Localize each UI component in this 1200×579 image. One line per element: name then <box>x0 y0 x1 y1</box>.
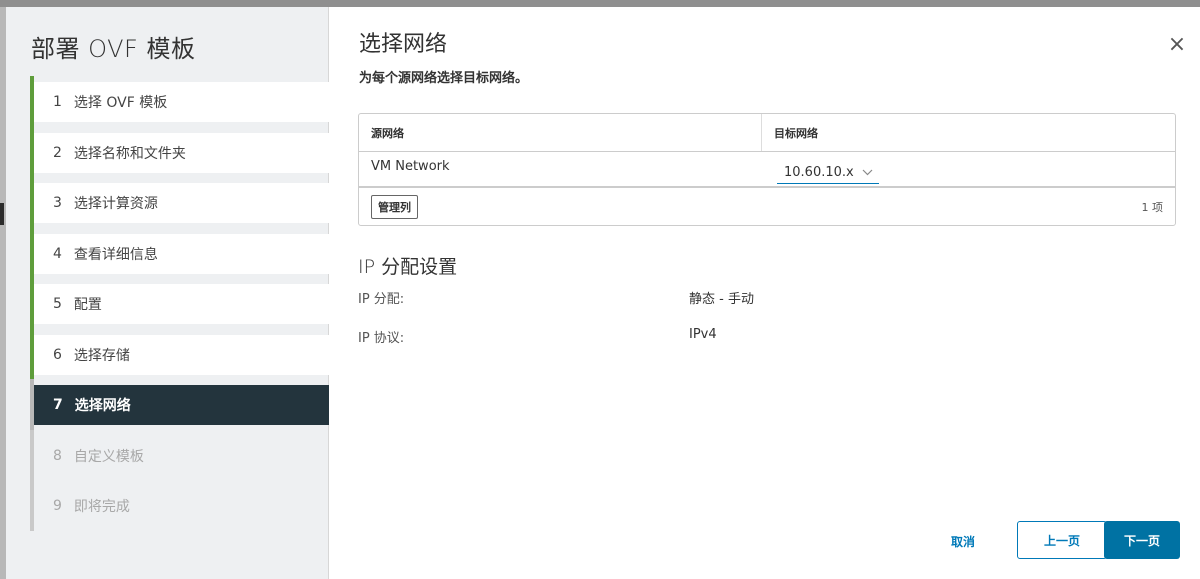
ip-allocation-label: IP 分配: <box>358 292 405 307</box>
step-label: 配置 <box>73 297 102 313</box>
wizard-step-2[interactable]: 2 选择名称和文件夹 <box>30 126 329 178</box>
step-number: 9 <box>53 498 62 514</box>
back-button[interactable]: 上一页 <box>1017 521 1107 559</box>
ip-settings-title: IP 分配设置 <box>358 256 458 278</box>
column-header-target[interactable]: 目标网络 <box>762 114 1175 151</box>
page-subtitle: 为每个源网络选择目标网络。 <box>359 71 529 86</box>
item-count: 1 项 <box>1141 200 1164 214</box>
ip-protocol-label: IP 协议: <box>358 331 405 346</box>
background-page-strip <box>0 0 1200 7</box>
wizard-title: 部署 OVF 模板 <box>31 35 196 63</box>
next-button[interactable]: 下一页 <box>1104 521 1180 559</box>
ip-allocation-value: 静态 - 手动 <box>689 292 754 307</box>
wizard-step-8: 8 自定义模板 <box>30 429 329 481</box>
step-number: 4 <box>53 245 62 262</box>
grid-footer: 管理列 1 项 <box>359 188 1175 225</box>
wizard-step-9: 9 即将完成 <box>30 480 329 531</box>
step-number: 6 <box>53 346 62 363</box>
close-icon[interactable]: × <box>1166 34 1188 56</box>
wizard-step-1[interactable]: 1 选择 OVF 模板 <box>30 76 329 127</box>
step-number: 2 <box>53 144 62 161</box>
cancel-button[interactable]: 取消 <box>951 533 975 550</box>
step-number: 1 <box>53 94 62 110</box>
step-label: 查看详细信息 <box>73 246 158 263</box>
step-label: 选择 OVF 模板 <box>73 95 168 111</box>
target-network-select[interactable]: 10.60.10.x <box>777 163 879 184</box>
step-number: 5 <box>53 296 62 312</box>
chevron-down-icon <box>862 166 873 179</box>
wizard-step-4[interactable]: 4 查看详细信息 <box>30 227 329 279</box>
target-network-value: 10.60.10.x <box>784 165 854 180</box>
step-number: 8 <box>53 447 62 464</box>
target-network-cell: 10.60.10.x <box>762 152 1175 186</box>
wizard-steps: 1 选择 OVF 模板 2 选择名称和文件夹 3 选择计算资源 4 查看详细信息 5 配置… <box>30 76 329 537</box>
step-number: 7 <box>53 397 63 413</box>
step-label: 自定义模板 <box>73 448 144 465</box>
background-mark <box>0 203 4 225</box>
wizard-content: × 选择网络 为每个源网络选择目标网络。 源网络 目标网络 VM Network… <box>329 7 1200 579</box>
ip-protocol-value: IPv4 <box>689 327 717 342</box>
step-number: 3 <box>53 195 62 211</box>
wizard-step-3[interactable]: 3 选择计算资源 <box>30 177 329 228</box>
wizard-nav: 部署 OVF 模板 1 选择 OVF 模板 2 选择名称和文件夹 3 选择计算资源 4… <box>6 7 329 579</box>
step-label: 即将完成 <box>73 499 130 515</box>
source-network-cell: VM Network <box>371 159 450 174</box>
manage-columns-button[interactable]: 管理列 <box>371 194 418 219</box>
grid-header: 源网络 目标网络 <box>359 114 1175 152</box>
column-header-source[interactable]: 源网络 <box>359 114 762 151</box>
wizard-step-7[interactable]: 7 选择网络 <box>30 379 329 430</box>
step-label: 选择计算资源 <box>73 196 158 212</box>
wizard-step-6[interactable]: 6 选择存储 <box>30 328 329 380</box>
deploy-ovf-dialog: 部署 OVF 模板 1 选择 OVF 模板 2 选择名称和文件夹 3 选择计算资源 4… <box>6 7 1200 579</box>
step-label: 选择存储 <box>73 347 130 364</box>
wizard-step-5[interactable]: 5 配置 <box>30 278 329 329</box>
step-label: 选择名称和文件夹 <box>73 145 186 162</box>
step-label: 选择网络 <box>74 398 131 414</box>
table-row: VM Network 10.60.10.x <box>359 152 1175 188</box>
network-mapping-grid: 源网络 目标网络 VM Network 10.60.10.x 管理列 1 项 <box>358 113 1176 226</box>
page-title: 选择网络 <box>359 32 448 57</box>
